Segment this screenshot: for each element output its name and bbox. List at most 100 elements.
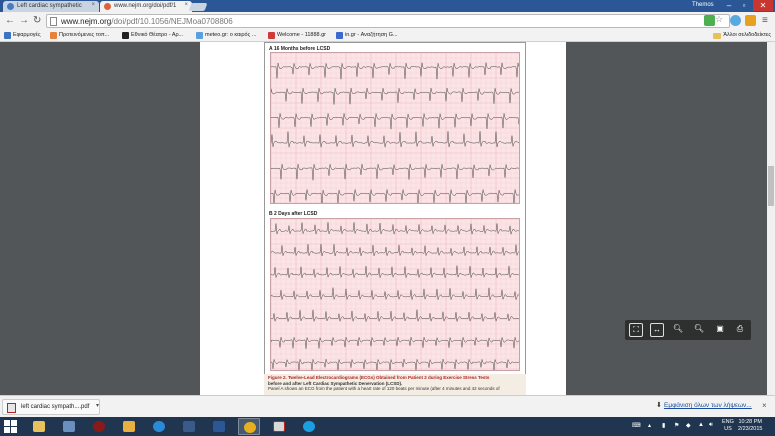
- bookmark-favicon-icon: [196, 32, 203, 39]
- signal-icon[interactable]: ▲: [698, 422, 704, 428]
- ecg-panel-b: [270, 218, 520, 371]
- flag-icon[interactable]: ⚑: [674, 422, 679, 429]
- close-tab-icon[interactable]: ×: [91, 2, 95, 8]
- system-clock[interactable]: 10:28 PM 2/23/2015: [738, 419, 762, 433]
- back-arrow-icon[interactable]: ←: [5, 15, 15, 27]
- forward-arrow-icon[interactable]: →: [19, 15, 29, 27]
- fit-width-icon[interactable]: ↔: [650, 323, 664, 337]
- bookmark-11888[interactable]: Welcome - 11888.gr: [268, 32, 326, 39]
- pdf-file-icon: [7, 403, 16, 413]
- bookmark-favicon-icon: [122, 32, 129, 39]
- scrollbar-thumb[interactable]: [768, 166, 774, 206]
- ecg-trace-b: [271, 219, 519, 370]
- panel-b-label: B 2 Days after LCSD: [269, 211, 318, 217]
- pdf-page: A 16 Months before LCSD B 2 Days after L…: [200, 42, 566, 395]
- tab-favicon-icon: [104, 3, 111, 10]
- app-icon: [93, 421, 105, 432]
- other-bookmarks[interactable]: Άλλοι σελιδοδείκτες: [713, 32, 771, 39]
- bookmark-suggested[interactable]: Προτεινόμενες τοπ...: [50, 32, 109, 39]
- download-options-chevron-icon[interactable]: ▾: [96, 402, 99, 409]
- download-item[interactable]: left cardiac sympath....pdf: [2, 399, 100, 415]
- url-host: www.nejm.org: [61, 17, 112, 26]
- network-icon[interactable]: ▮: [662, 422, 665, 429]
- taskbar-app-red[interactable]: [88, 418, 110, 435]
- reload-icon[interactable]: ↻: [33, 15, 41, 27]
- bookmark-label: meteo.gr: ο καιρός ...: [205, 32, 257, 38]
- bookmark-theatre[interactable]: Εθνικό Θέατρο - Αρ...: [122, 32, 184, 39]
- other-bookmarks-label: Άλλοι σελιδοδείκτες: [723, 32, 771, 38]
- taskbar-acrobat[interactable]: [268, 418, 290, 435]
- ecg-trace-a: [271, 53, 519, 203]
- media-icon: [183, 421, 195, 432]
- keyboard-icon[interactable]: ⌨: [632, 422, 641, 429]
- taskbar-chrome[interactable]: [238, 418, 260, 435]
- tab-left-cardiac[interactable]: Left cardiac sympathetic ×: [3, 1, 99, 12]
- download-filename: left cardiac sympath....pdf: [21, 404, 90, 410]
- show-all-downloads-link[interactable]: Εμφάνιση όλων των λήψεων...: [664, 402, 752, 409]
- zoom-in-icon[interactable]: 🔍︎: [692, 323, 706, 337]
- menu-icon[interactable]: ≡: [762, 15, 768, 26]
- volume-icon[interactable]: 🔊︎: [709, 422, 713, 429]
- address-bar[interactable]: www.nejm.org/doi/pdf/10.1056/NEJMoa07088…: [46, 14, 730, 28]
- folder-icon: [713, 33, 722, 39]
- bookmark-label: in.gr - Αναζήτηση G...: [345, 32, 398, 38]
- extension-badge-icon[interactable]: [745, 15, 756, 26]
- save-icon[interactable]: ▣: [713, 323, 727, 337]
- bookmark-favicon-icon: [268, 32, 275, 39]
- bookmark-in-gr[interactable]: in.gr - Αναζήτηση G...: [336, 32, 398, 39]
- monitor-icon: [63, 421, 75, 432]
- language-code: ENG: [722, 419, 734, 425]
- taskbar-mail[interactable]: [118, 418, 140, 435]
- close-tab-icon[interactable]: ×: [184, 2, 188, 8]
- pdf-controls: ⛶ ↔ 🔍︎ 🔍︎ ▣ ⎙: [625, 320, 751, 340]
- maximize-icon[interactable]: ▫: [737, 0, 751, 11]
- taskbar-media[interactable]: [178, 418, 200, 435]
- toolbar: ← → ↻ www.nejm.org/doi/pdf/10.1056/NEJMo…: [0, 12, 775, 30]
- close-window-icon[interactable]: ✕: [753, 0, 773, 11]
- taskbar-remote[interactable]: [58, 418, 80, 435]
- cloud-extension-icon[interactable]: [730, 15, 741, 26]
- pdf-reader-icon: [273, 421, 285, 432]
- title-bar: Left cardiac sympathetic × www.nejm.org/…: [0, 0, 775, 12]
- print-icon[interactable]: ⎙: [733, 323, 747, 337]
- pdf-viewer[interactable]: A 16 Months before LCSD B 2 Days after L…: [0, 42, 767, 395]
- tray-app-icon[interactable]: ◆: [686, 422, 691, 429]
- scrollbar[interactable]: [767, 42, 775, 395]
- ecg-panel-a: [270, 52, 520, 204]
- caption-title: Figure 2. Twelve-Lead Electrocardiograms…: [268, 375, 490, 380]
- taskbar: ⌨ ▴ ▮ ⚑ ◆ ▲ 🔊︎ ENG US 10:28 PM 2/23/2015: [0, 417, 775, 436]
- bookmark-favicon-icon: [336, 32, 343, 39]
- profile-name[interactable]: Themos: [692, 2, 714, 8]
- zoom-out-icon[interactable]: 🔍︎: [671, 323, 685, 337]
- minimize-icon[interactable]: –: [722, 0, 736, 11]
- taskbar-ie[interactable]: [148, 418, 170, 435]
- mail-icon: [123, 421, 135, 432]
- tab-nejm-pdf[interactable]: www.nejm.org/doi/pdf/1 ×: [100, 1, 192, 12]
- tab-title: www.nejm.org/doi/pdf/1: [114, 3, 177, 9]
- bookmark-label: Εθνικό Θέατρο - Αρ...: [131, 32, 184, 38]
- caption-body: Panel A shows an ECG from the patient wi…: [268, 386, 500, 391]
- clock-date: 2/23/2015: [738, 426, 763, 432]
- figure-caption: Figure 2. Twelve-Lead Electrocardiograms…: [268, 375, 526, 392]
- taskbar-word[interactable]: [208, 418, 230, 435]
- bookmark-label: Εφαρμογές: [13, 32, 41, 38]
- caption-title-line2: before and after Left Cardiac Sympatheti…: [268, 380, 403, 386]
- bookmark-meteo[interactable]: meteo.gr: ο καιρός ...: [196, 32, 257, 39]
- word-icon: [213, 421, 225, 432]
- close-download-bar-icon[interactable]: ×: [762, 401, 767, 410]
- bookmark-star-icon[interactable]: ☆: [715, 14, 723, 25]
- skype-icon: [303, 421, 315, 432]
- bookmark-apps[interactable]: Εφαρμογές: [4, 32, 41, 39]
- tray-chevron-icon[interactable]: ▴: [648, 422, 651, 429]
- taskbar-explorer[interactable]: [28, 418, 50, 435]
- extension-icon[interactable]: [704, 15, 715, 26]
- region-code: US: [724, 426, 732, 432]
- page-icon: [50, 17, 57, 26]
- taskbar-skype[interactable]: [298, 418, 320, 435]
- tab-favicon-icon: [7, 3, 14, 10]
- fit-page-icon[interactable]: ⛶: [629, 323, 643, 337]
- windows-start-icon[interactable]: [4, 420, 18, 433]
- new-tab-button[interactable]: [188, 3, 208, 11]
- input-language[interactable]: ENG US: [722, 419, 734, 433]
- chrome-icon: [244, 422, 256, 433]
